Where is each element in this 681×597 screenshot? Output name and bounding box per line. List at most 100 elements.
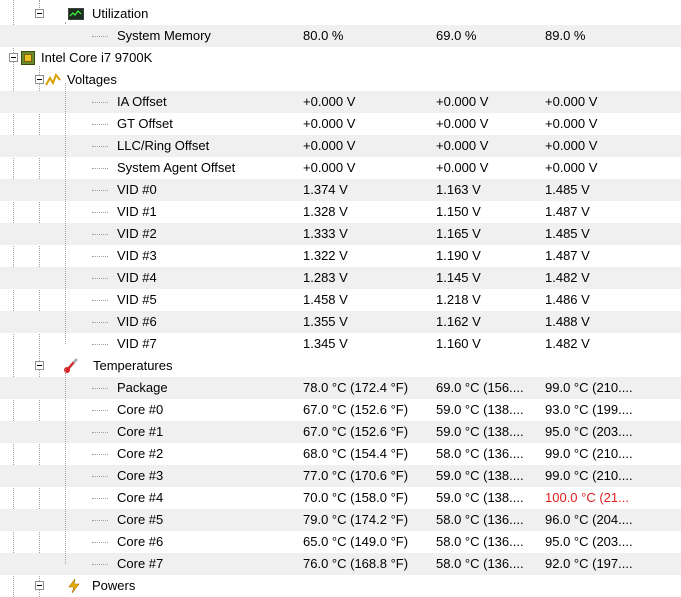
sensor-current-value: 76.0 °C (168.8 °F)	[303, 556, 409, 571]
tree-guide-line	[92, 388, 108, 389]
sensor-current-value: 1.374 V	[303, 182, 348, 197]
sensor-current-value: 79.0 °C (174.2 °F)	[303, 512, 409, 527]
sensor-min-value: 58.0 °C (136....	[436, 512, 524, 527]
sensor-current-value: 65.0 °C (149.0 °F)	[303, 534, 409, 549]
expand-powers-toggle[interactable]	[35, 581, 44, 590]
sensor-min-value: +0.000 V	[436, 94, 489, 109]
sensor-min-value: 1.190 V	[436, 248, 481, 263]
sensor-current-value: 80.0 %	[303, 28, 344, 43]
sensor-label: LLC/Ring Offset	[117, 138, 210, 153]
sensor-current-value: 67.0 °C (152.6 °F)	[303, 424, 409, 439]
tree-guide-line	[92, 542, 108, 543]
tree-guide-line	[92, 344, 108, 345]
sensor-min-value: 59.0 °C (138....	[436, 490, 524, 505]
sensor-label: VID #4	[117, 270, 157, 285]
sensor-current-value: 1.458 V	[303, 292, 348, 307]
sensor-current-value: 1.333 V	[303, 226, 348, 241]
sensor-min-value: 58.0 °C (136....	[436, 556, 524, 571]
sensor-max-value: 1.487 V	[545, 248, 590, 263]
tree-guide-line	[65, 369, 66, 564]
sensor-min-value: 1.218 V	[436, 292, 481, 307]
tree-guide-line	[65, 83, 66, 344]
power-icon	[66, 578, 82, 594]
sensor-label: Core #6	[117, 534, 164, 549]
tree-group-row[interactable]: Voltages	[0, 69, 681, 91]
tree-guide-line	[92, 454, 108, 455]
chip-icon	[20, 50, 36, 66]
sensor-max-value: +0.000 V	[545, 160, 598, 175]
sensor-label: Core #5	[117, 512, 164, 527]
sensor-label: Core #4	[117, 490, 164, 505]
voltage-icon	[45, 72, 61, 88]
sensor-label: Core #1	[117, 424, 164, 439]
chart-icon	[68, 6, 84, 22]
sensor-max-value: 1.488 V	[545, 314, 590, 329]
sensor-min-value: 1.162 V	[436, 314, 481, 329]
tree-guide-line	[92, 124, 108, 125]
group-label-temperatures: Temperatures	[93, 358, 173, 373]
sensor-min-value: 1.165 V	[436, 226, 481, 241]
sensor-max-value: 92.0 °C (197....	[545, 556, 633, 571]
sensor-max-value: +0.000 V	[545, 116, 598, 131]
tree-guide-line	[92, 190, 108, 191]
tree-group-row[interactable]: Utilization	[0, 3, 681, 25]
sensor-max-value: 1.485 V	[545, 226, 590, 241]
tree-guide-line	[92, 212, 108, 213]
sensor-tree[interactable]: Utilization System Memory 80.0 % 69.0 % 89.0…	[0, 0, 681, 597]
tree-group-row[interactable]: Powers	[0, 575, 681, 597]
sensor-min-value: 58.0 °C (136....	[436, 446, 524, 461]
sensor-min-value: 69.0 %	[436, 28, 477, 43]
sensor-min-value: 59.0 °C (138....	[436, 402, 524, 417]
sensor-max-value: 99.0 °C (210....	[545, 380, 633, 395]
sensor-current-value: 1.283 V	[303, 270, 348, 285]
sensor-max-value: 1.486 V	[545, 292, 590, 307]
tree-group-row[interactable]: Intel Core i7 9700K	[0, 47, 681, 69]
sensor-max-value: +0.000 V	[545, 138, 598, 153]
sensor-label: VID #5	[117, 292, 157, 307]
sensor-label: System Memory	[117, 28, 211, 43]
sensor-max-value: 95.0 °C (203....	[545, 424, 633, 439]
sensor-current-value: 1.345 V	[303, 336, 348, 351]
tree-guide-line	[92, 322, 108, 323]
sensor-max-value: 95.0 °C (203....	[545, 534, 633, 549]
tree-group-row[interactable]: Temperatures	[0, 355, 681, 377]
tree-guide-line	[92, 168, 108, 169]
collapse-voltages-toggle[interactable]	[35, 75, 44, 84]
sensor-label: VID #6	[117, 314, 157, 329]
sensor-max-value: +0.000 V	[545, 94, 598, 109]
collapse-cpu-toggle[interactable]	[9, 53, 18, 62]
tree-guide-line	[92, 102, 108, 103]
group-label-utilization: Utilization	[92, 6, 149, 21]
sensor-label: VID #7	[117, 336, 157, 351]
sensor-label: VID #3	[117, 248, 157, 263]
tree-guide-line	[92, 256, 108, 257]
tree-guide-line	[92, 432, 108, 433]
collapse-temperatures-toggle[interactable]	[35, 361, 44, 370]
sensor-label: GT Offset	[117, 116, 173, 131]
sensor-max-value: 93.0 °C (199....	[545, 402, 633, 417]
sensor-label: Core #3	[117, 468, 164, 483]
tree-guide-line	[92, 520, 108, 521]
sensor-current-value: 67.0 °C (152.6 °F)	[303, 402, 409, 417]
sensor-min-value: 1.163 V	[436, 182, 481, 197]
sensor-max-value: 100.0 °C (21...	[545, 490, 629, 505]
sensor-max-value: 99.0 °C (210....	[545, 446, 633, 461]
sensor-current-value: 1.355 V	[303, 314, 348, 329]
sensor-current-value: 68.0 °C (154.4 °F)	[303, 446, 409, 461]
tree-guide-line	[92, 476, 108, 477]
sensor-current-value: 78.0 °C (172.4 °F)	[303, 380, 409, 395]
sensor-label: Core #7	[117, 556, 164, 571]
sensor-min-value: 58.0 °C (136....	[436, 534, 524, 549]
sensor-min-value: 1.145 V	[436, 270, 481, 285]
sensor-label: Package	[117, 380, 168, 395]
sensor-label: VID #1	[117, 204, 157, 219]
sensor-label: Core #0	[117, 402, 164, 417]
sensor-min-value: 1.160 V	[436, 336, 481, 351]
tree-guide-line	[92, 498, 108, 499]
sensor-min-value: 59.0 °C (138....	[436, 468, 524, 483]
collapse-utilization-toggle[interactable]	[35, 9, 44, 18]
sensor-max-value: 1.485 V	[545, 182, 590, 197]
sensor-current-value: +0.000 V	[303, 94, 356, 109]
sensor-min-value: 1.150 V	[436, 204, 481, 219]
group-label-voltages: Voltages	[67, 72, 117, 87]
